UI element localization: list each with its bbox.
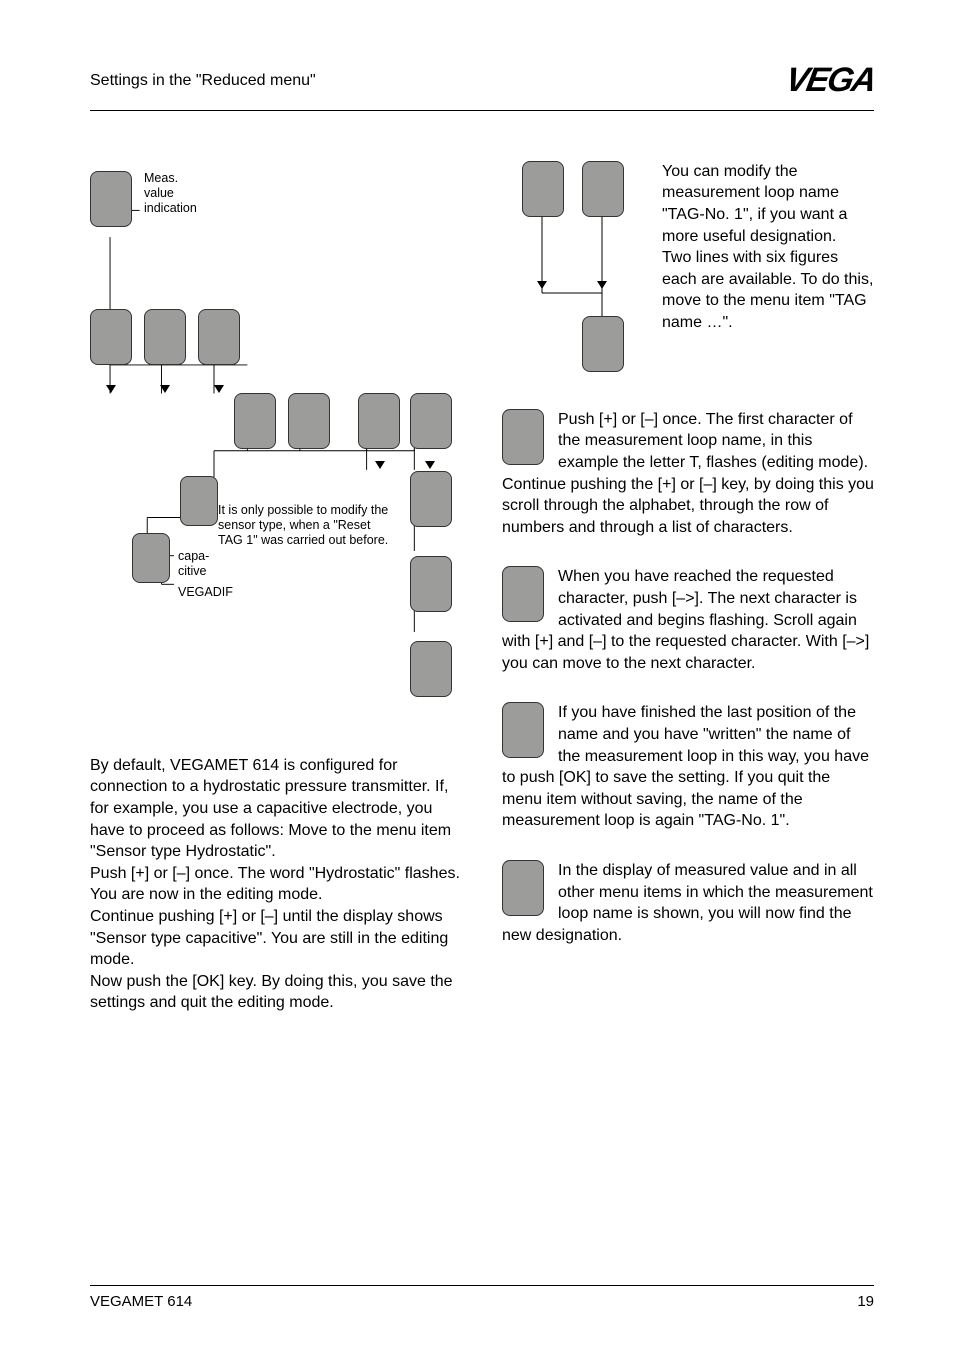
- diagram-label-meas: Meas. value indication: [144, 171, 197, 216]
- step-node-icon: [502, 860, 544, 916]
- diagram-node: [358, 393, 400, 449]
- right-step-block: If you have finished the last position o…: [502, 702, 874, 832]
- diagram-label-vegadif: VEGADIF: [178, 585, 233, 600]
- diagram-label-capa: capa- citive: [178, 549, 209, 579]
- page-footer: VEGAMET 614 19: [90, 1285, 874, 1312]
- paragraph: Push [+] or [–] once. The word "Hydrosta…: [90, 863, 462, 906]
- right-step-block: Push [+] or [–] once. The first characte…: [502, 409, 874, 539]
- step-node-icon: [502, 409, 544, 465]
- footer-product: VEGAMET 614: [90, 1292, 192, 1312]
- vega-logo: VEGA: [782, 58, 878, 104]
- diagram-node: [132, 533, 170, 583]
- arrow-down-icon: [106, 385, 116, 393]
- arrow-down-icon: [375, 461, 385, 469]
- diagram-node: [234, 393, 276, 449]
- arrow-down-icon: [537, 281, 547, 289]
- diagram-node: [288, 393, 330, 449]
- paragraph: If you have finished the last position o…: [502, 702, 874, 832]
- diagram-node: [410, 393, 452, 449]
- right-intro-block: You can modify the measurement loop name…: [502, 161, 874, 381]
- mini-flow-diagram: [502, 161, 652, 381]
- section-title: Settings in the "Reduced menu": [90, 70, 316, 92]
- diagram-node: [90, 309, 132, 365]
- left-body-text: By default, VEGAMET 614 is configured fo…: [90, 755, 462, 1014]
- diagram-node: [582, 316, 624, 372]
- paragraph: When you have reached the requested char…: [502, 566, 874, 674]
- arrow-down-icon: [597, 281, 607, 289]
- diagram-node: [180, 476, 218, 526]
- menu-flow-diagram: Meas. value indication: [90, 161, 462, 731]
- footer-page-number: 19: [857, 1292, 874, 1312]
- arrow-down-icon: [160, 385, 170, 393]
- diagram-node: [410, 471, 452, 527]
- diagram-note: It is only possible to modify the sensor…: [218, 503, 398, 548]
- right-step-block: When you have reached the requested char…: [502, 566, 874, 674]
- diagram-node: [90, 171, 132, 227]
- arrow-down-icon: [425, 461, 435, 469]
- arrow-down-icon: [214, 385, 224, 393]
- paragraph: By default, VEGAMET 614 is configured fo…: [90, 755, 462, 863]
- right-step-block: In the display of measured value and in …: [502, 860, 874, 946]
- diagram-node: [198, 309, 240, 365]
- page-header: Settings in the "Reduced menu" VEGA: [90, 58, 874, 111]
- diagram-node: [410, 641, 452, 697]
- diagram-node: [582, 161, 624, 217]
- diagram-node: [410, 556, 452, 612]
- paragraph: In the display of measured value and in …: [502, 860, 874, 946]
- step-node-icon: [502, 566, 544, 622]
- diagram-node: [144, 309, 186, 365]
- paragraph: Now push the [OK] key. By doing this, yo…: [90, 971, 462, 1014]
- paragraph: Continue pushing [+] or [–] until the di…: [90, 906, 462, 971]
- diagram-node: [522, 161, 564, 217]
- paragraph: Push [+] or [–] once. The first characte…: [502, 409, 874, 539]
- step-node-icon: [502, 702, 544, 758]
